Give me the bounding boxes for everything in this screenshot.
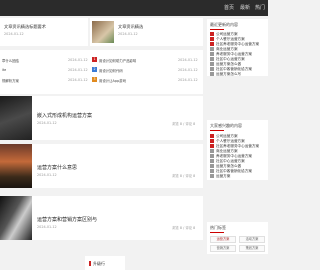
sidebar-link[interactable]: 运营方案 (210, 174, 230, 179)
article-stats: 浏览 8 / 评论 8 (172, 226, 196, 230)
hot-tags-panel: 热门标签 运营方案 活动方案 营销方案 策划方案 (207, 222, 268, 254)
panel-title: 大家感兴趣的内容 (210, 123, 242, 128)
square-bullet-icon (210, 164, 214, 168)
square-bullet-icon (210, 47, 214, 51)
article-date: 2024-01-12 (37, 173, 57, 177)
article-date: 2024-01-12 (37, 225, 57, 229)
article-date: 2024-01-12 (37, 121, 57, 125)
square-bullet-icon (210, 149, 214, 153)
footer-tab[interactable]: 升级行 (85, 256, 125, 270)
featured-left-date: 2024-01-12 (4, 32, 24, 36)
rank-badge: 3 (92, 77, 97, 82)
nav-latest[interactable]: 最新 (240, 4, 250, 11)
nav-hot[interactable]: 热门 (255, 4, 265, 11)
panel-title: 热门标签 (210, 225, 226, 230)
list-item-date: 2024-01-12 (178, 68, 198, 72)
rank-badge: 2 (92, 67, 97, 72)
featured-card-left[interactable]: 文章资讯精选标题要术 2024-01-12 (0, 18, 88, 46)
list-item[interactable]: 章什么团结 (2, 58, 19, 63)
title-underline (210, 29, 224, 30)
featured-right-title[interactable]: 文章资讯精选 (118, 24, 143, 30)
list-item[interactable]: ite (2, 68, 6, 72)
square-bullet-icon (210, 57, 214, 61)
main-content: 文章资讯精选标题要术 2024-01-12 文章资讯精选 2024-01-12 … (0, 16, 203, 270)
article-thumbnail[interactable] (0, 196, 32, 240)
square-bullet-icon (210, 37, 214, 41)
tag-chip[interactable]: 运营方案 (210, 236, 236, 243)
featured-left-title[interactable]: 文章资讯精选标题要术 (4, 24, 46, 30)
square-bullet-icon (210, 134, 214, 138)
article-thumbnail[interactable] (0, 96, 32, 140)
square-bullet-icon (210, 67, 214, 71)
top-navigation-bar: 首页 最新 热门 (0, 0, 268, 16)
panel-title: 最近更新的内容 (210, 22, 238, 27)
square-bullet-icon (210, 144, 214, 148)
article-stats: 浏览 8 / 评论 8 (172, 174, 196, 178)
list-item-date: 2024-01-12 (178, 78, 198, 82)
list-item-date: 2024-01-12 (68, 68, 88, 72)
square-bullet-icon (210, 32, 214, 36)
article-card[interactable]: 嵌入式形成机构运营方案 2024-01-12 浏览 8 / 评论 8 (0, 96, 203, 140)
square-bullet-icon (210, 169, 214, 173)
article-stats: 浏览 8 / 评论 8 (172, 122, 196, 126)
accent-bar (89, 261, 91, 266)
square-bullet-icon (210, 42, 214, 46)
list-item-date: 2024-01-12 (178, 58, 198, 62)
article-thumbnail[interactable] (0, 144, 32, 188)
list-item-date: 2024-01-12 (68, 78, 88, 82)
tag-chip[interactable]: 营销方案 (210, 245, 236, 252)
compact-list-panel: 章什么团结 2024-01-12 ite 2024-01-12 规解析方案 20… (0, 50, 203, 94)
tag-chip[interactable]: 活动方案 (239, 236, 265, 243)
rank-badge: 1 (92, 57, 97, 62)
square-bullet-icon (210, 174, 214, 178)
square-bullet-icon (210, 159, 214, 163)
popular-content-panel: 大家感兴趣的内容 公司运营方案 个人餐厅运营方案 社区养老服务中心运营方案 商业… (207, 120, 268, 180)
footer-tab-label[interactable]: 升级行 (93, 261, 105, 267)
list-item[interactable]: 用设计如何助力产品影响 (99, 58, 136, 63)
tag-chip[interactable]: 策划方案 (239, 245, 265, 252)
nav-home[interactable]: 首页 (224, 4, 234, 11)
square-bullet-icon (210, 72, 214, 76)
list-item[interactable]: 用设计如何代码 (99, 68, 123, 73)
list-item[interactable]: 规解析方案 (2, 78, 19, 83)
featured-right-date: 2024-01-12 (118, 32, 138, 36)
title-underline (210, 130, 224, 131)
featured-card-right[interactable]: 文章资讯精选 2024-01-12 (90, 18, 203, 46)
featured-right-thumbnail[interactable] (92, 21, 114, 43)
article-title[interactable]: 运营方案什么意思 (37, 164, 77, 171)
article-card[interactable]: 运营方案什么意思 2024-01-12 浏览 8 / 评论 8 (0, 144, 203, 188)
square-bullet-icon (210, 154, 214, 158)
list-item-date: 2024-01-12 (68, 58, 88, 62)
article-card[interactable]: 运营方案和营销方案区别与 2024-01-12 浏览 8 / 评论 8 (0, 196, 203, 240)
title-underline (210, 232, 224, 233)
list-item[interactable]: 用设计让App游戏 (99, 78, 126, 83)
square-bullet-icon (210, 139, 214, 143)
recent-updates-panel: 最近更新的内容 公司运营方案 个人餐厅运营方案 社区养老服务中心运营方案 商业运… (207, 19, 268, 76)
article-title[interactable]: 嵌入式形成机构运营方案 (37, 112, 92, 119)
article-title[interactable]: 运营方案和营销方案区别与 (37, 216, 97, 223)
square-bullet-icon (210, 62, 214, 66)
sidebar-link[interactable]: 运营方案怎么写 (210, 72, 241, 77)
square-bullet-icon (210, 52, 214, 56)
